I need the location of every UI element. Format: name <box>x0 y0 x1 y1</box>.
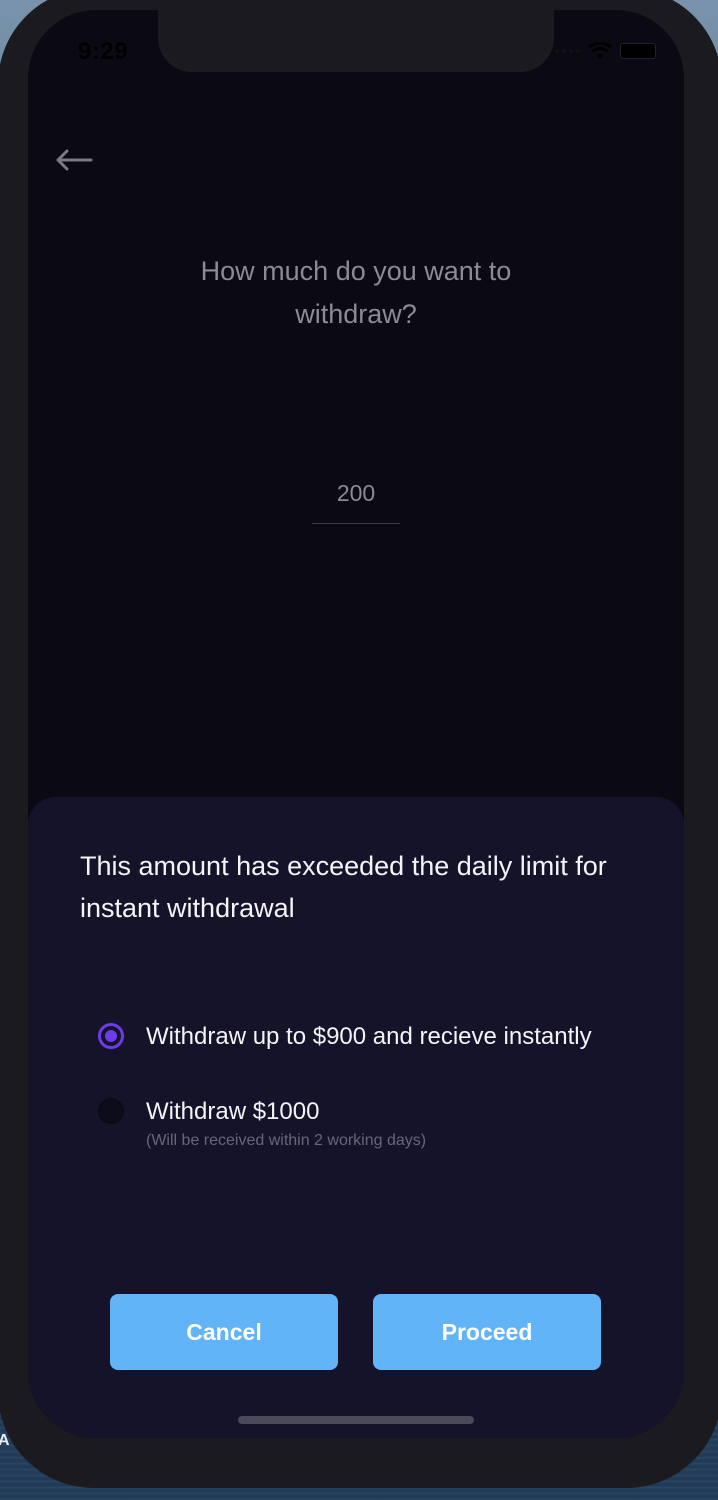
device-notch <box>158 10 554 72</box>
cancel-button[interactable]: Cancel <box>110 1294 338 1370</box>
option-standard[interactable]: Withdraw $1000 (Will be received within … <box>98 1098 426 1150</box>
arrow-left-icon <box>56 149 93 171</box>
question-line-2: withdraw? <box>295 299 417 329</box>
radio-unselected-icon[interactable] <box>98 1098 124 1124</box>
proceed-button[interactable]: Proceed <box>373 1294 601 1370</box>
option-standard-sublabel: (Will be received within 2 working days) <box>146 1132 427 1149</box>
option-standard-label: Withdraw $1000 <box>146 1098 320 1125</box>
option-instant-label: Withdraw up to $900 and recieve instantl… <box>146 1023 592 1050</box>
withdraw-question: How much do you want to withdraw? <box>28 250 684 336</box>
signal-icon <box>555 49 580 53</box>
home-indicator[interactable] <box>238 1416 474 1424</box>
limit-bottom-sheet: This amount has exceeded the daily limit… <box>28 797 684 1438</box>
battery-icon <box>620 43 656 59</box>
wifi-icon <box>588 42 612 59</box>
status-icons <box>555 42 656 60</box>
radio-selected-icon[interactable] <box>98 1023 124 1049</box>
phone-frame: 9:29 How much do you want to withdraw? 2… <box>0 0 718 1488</box>
status-time: 9:29 <box>78 38 129 65</box>
amount-input[interactable]: 200 <box>312 480 400 524</box>
app-screen: 9:29 How much do you want to withdraw? 2… <box>28 10 684 1438</box>
back-button[interactable] <box>52 140 96 180</box>
sheet-title: This amount has exceeded the daily limit… <box>80 851 607 923</box>
option-instant[interactable]: Withdraw up to $900 and recieve instantl… <box>98 1023 592 1051</box>
question-line-1: How much do you want to <box>200 256 512 286</box>
